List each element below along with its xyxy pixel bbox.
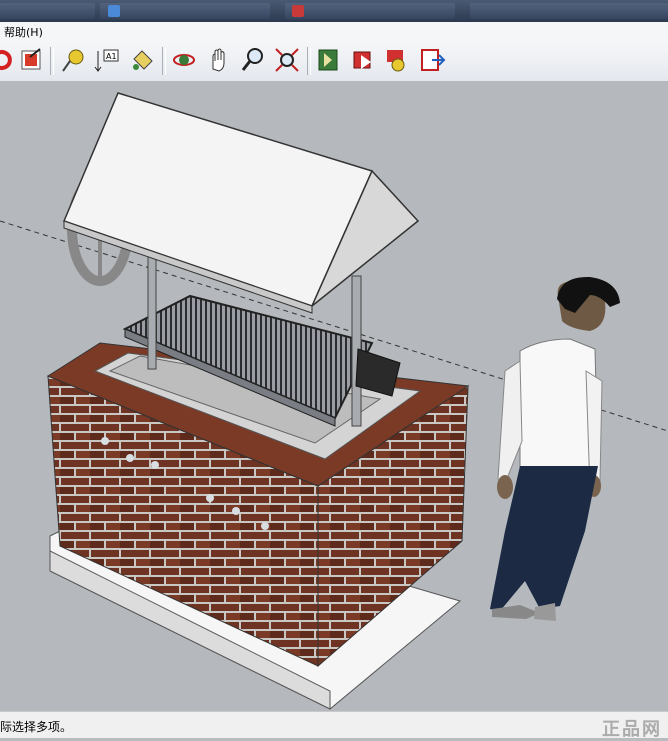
taskbar-button[interactable] xyxy=(470,3,668,19)
toolbar-separator xyxy=(162,47,166,75)
model-viewport[interactable] xyxy=(0,81,668,711)
orbit-icon[interactable] xyxy=(170,45,198,75)
vent-hole xyxy=(101,437,109,445)
app-icon xyxy=(108,5,120,17)
taskbar-button[interactable] xyxy=(100,3,270,19)
human-scale-figure xyxy=(490,276,620,621)
dimension-icon[interactable]: A1 xyxy=(93,45,121,75)
menu-bar: 帮助(H) xyxy=(0,22,668,42)
paint-bucket-icon[interactable] xyxy=(128,45,156,75)
tape-measure-icon[interactable] xyxy=(60,45,88,75)
vent-hole xyxy=(261,522,269,530)
bbq-well-model[interactable] xyxy=(0,81,668,711)
toolbar-separator xyxy=(50,47,54,75)
menu-item-help[interactable]: 帮助(H) xyxy=(4,24,43,40)
taskbar-button[interactable] xyxy=(285,3,455,19)
taskbar xyxy=(0,0,668,22)
zoom-extents-icon[interactable] xyxy=(273,45,301,75)
toolbar-separator xyxy=(307,47,311,75)
vent-hole xyxy=(151,461,159,469)
share-model-icon[interactable] xyxy=(349,45,377,75)
vent-hole xyxy=(206,494,214,502)
get-models-icon[interactable] xyxy=(314,45,342,75)
send-to-layout-icon[interactable] xyxy=(418,45,446,75)
watermark: 正品网 xyxy=(602,719,662,740)
taskbar-button[interactable] xyxy=(0,3,95,19)
svg-text:A1: A1 xyxy=(106,52,117,61)
status-text: 际选择多项。 xyxy=(0,720,73,734)
vent-hole xyxy=(232,507,240,515)
pan-icon[interactable] xyxy=(205,45,233,75)
redo-icon[interactable] xyxy=(0,45,20,75)
share-component-icon[interactable] xyxy=(383,45,411,75)
toolbar: A1 xyxy=(0,41,668,82)
app-icon xyxy=(292,5,304,17)
vent-hole xyxy=(126,454,134,462)
zoom-icon[interactable] xyxy=(239,45,267,75)
status-bar: 际选择多项。 正品网 xyxy=(0,711,668,740)
post-left xyxy=(147,248,157,370)
export-icon[interactable] xyxy=(18,45,46,75)
